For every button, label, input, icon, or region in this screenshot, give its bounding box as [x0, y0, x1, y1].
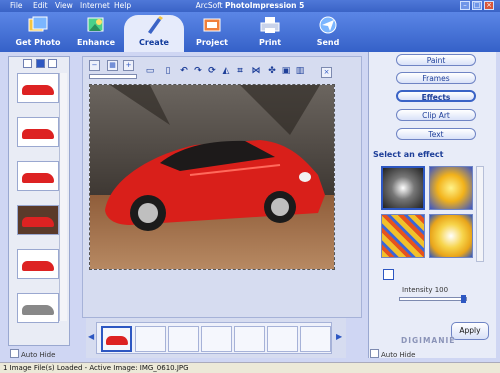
auto-hide-checkbox[interactable]: [370, 349, 379, 358]
zoom-out-icon[interactable]: +: [123, 60, 134, 71]
apply-button[interactable]: Apply: [451, 322, 489, 340]
filmstrip: ◀ ▶: [86, 318, 346, 358]
thumbnail-item[interactable]: [17, 73, 59, 103]
rotate-icon[interactable]: ⟳: [207, 66, 217, 76]
filmstrip-cell[interactable]: [300, 326, 331, 352]
active-photo[interactable]: [89, 84, 335, 270]
frames-button[interactable]: Frames: [396, 72, 476, 84]
tool-enhance[interactable]: Enhance: [66, 15, 126, 51]
filmstrip-cell[interactable]: [234, 326, 265, 352]
right-auto-hide[interactable]: Auto Hide: [370, 349, 415, 359]
undo-icon[interactable]: ↶: [179, 66, 189, 76]
car-photo: [90, 85, 334, 269]
thumbnail-item[interactable]: [17, 161, 59, 191]
get-photo-icon: [28, 16, 48, 32]
filmstrip-cell[interactable]: [135, 326, 166, 352]
close-image-icon[interactable]: ×: [321, 67, 332, 78]
tool-print[interactable]: Print: [240, 15, 300, 51]
crop-tool-icon[interactable]: ▯: [163, 66, 173, 76]
tool-project[interactable]: Project: [182, 15, 242, 51]
enhance-icon: [87, 17, 104, 32]
save-icon[interactable]: ▣: [281, 66, 291, 76]
filmstrip-cell[interactable]: [101, 326, 132, 352]
effect-kaleidoscope[interactable]: [429, 166, 473, 210]
intensity-label: Intensity 100: [402, 286, 449, 294]
create-panel: Paint Frames Effects Clip Art Text Selec…: [368, 52, 496, 358]
thumbnail-list: [17, 73, 61, 337]
fit-icon[interactable]: ▦: [107, 60, 118, 71]
main-toolbar: Get Photo Enhance Create Project Print S…: [0, 12, 500, 52]
filmstrip-right-arrow-icon[interactable]: ▶: [336, 332, 342, 341]
zoom-slider[interactable]: [89, 74, 137, 79]
grid-icon[interactable]: [383, 269, 394, 280]
flip-icon[interactable]: ◭: [221, 66, 231, 76]
thumbnail-item[interactable]: [17, 117, 59, 147]
zoom-in-icon[interactable]: −: [89, 60, 100, 71]
digimanie-watermark: DIGIMANIE: [401, 336, 456, 345]
print-icon: [260, 17, 280, 33]
filmstrip-cell[interactable]: [267, 326, 298, 352]
minimize-button[interactable]: –: [460, 1, 470, 10]
maximize-button[interactable]: □: [472, 1, 482, 10]
tool-create[interactable]: Create: [124, 15, 184, 52]
intensity-slider[interactable]: [399, 295, 467, 303]
delete-icon[interactable]: ▥: [295, 66, 305, 76]
thumbnail-item[interactable]: [17, 293, 59, 323]
effect-mosaic[interactable]: [381, 214, 425, 258]
close-window-button[interactable]: ×: [484, 1, 494, 10]
filmstrip-left-arrow-icon[interactable]: ◀: [88, 332, 94, 341]
project-icon: [203, 18, 221, 32]
effects-button[interactable]: Effects: [396, 90, 476, 102]
grid-view-icon[interactable]: [35, 59, 45, 68]
crop-icon[interactable]: ⌗: [235, 66, 245, 76]
workspace: − ▦ + ▭ ▯ ↶ ↷ ⟳ ◭ ⌗ ⋈ ✤ ▣ ▥ ×: [82, 56, 362, 318]
window-title: ArcSoft PhotoImpression 5: [195, 1, 305, 10]
filmstrip-track: [96, 322, 332, 354]
list-view-icon[interactable]: [23, 59, 32, 68]
create-icon: [148, 16, 163, 34]
tool-send[interactable]: Send: [298, 15, 358, 51]
thumbnail-panel: [8, 56, 70, 346]
select-tool-icon[interactable]: ▭: [145, 66, 155, 76]
thumbnail-item[interactable]: [17, 249, 59, 279]
left-auto-hide[interactable]: Auto Hide: [10, 349, 55, 359]
auto-hide-checkbox[interactable]: [10, 349, 19, 358]
close-panel-icon[interactable]: [48, 59, 58, 68]
paint-button[interactable]: Paint: [396, 54, 476, 66]
filmstrip-cell[interactable]: [201, 326, 232, 352]
tool-get-photo[interactable]: Get Photo: [8, 15, 68, 51]
select-effect-title: Select an effect: [373, 150, 444, 159]
filmstrip-cell[interactable]: [168, 326, 199, 352]
clip-art-button[interactable]: Clip Art: [396, 109, 476, 121]
menu-bar: File Edit View Internet Help ArcSoft Pho…: [0, 0, 500, 12]
effect-scrollbar[interactable]: [476, 166, 484, 262]
thumbnail-item[interactable]: [17, 205, 59, 235]
effect-swirl[interactable]: [381, 166, 425, 210]
effect-flower[interactable]: [429, 214, 473, 258]
flip-vertical-icon[interactable]: ✤: [267, 66, 277, 76]
thumbnail-scrollbar[interactable]: [59, 73, 67, 321]
redo-icon[interactable]: ↷: [193, 66, 203, 76]
status-bar: 1 Image File(s) Loaded - Active Image: I…: [0, 362, 500, 373]
mirror-icon[interactable]: ⋈: [251, 66, 261, 76]
text-button[interactable]: Text: [396, 128, 476, 140]
thumbnail-view-buttons: [23, 59, 58, 68]
send-icon: [319, 16, 337, 34]
intensity-thumb[interactable]: [461, 295, 466, 303]
